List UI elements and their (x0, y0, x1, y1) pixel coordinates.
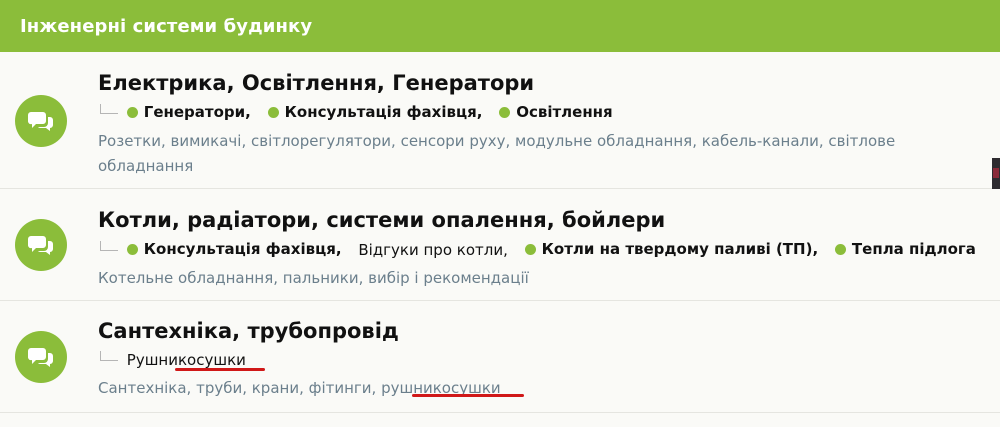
subforum-status-dot (126, 243, 138, 255)
subforum-list: Рушникосушки (98, 350, 980, 370)
annotation-underline (412, 394, 524, 397)
subforum-tree-icon (100, 351, 118, 361)
forum-description: Сантехніка, труби, крани, фітинги, рушни… (98, 379, 501, 397)
forum-description: Котельне обладнання, пальники, вибір і р… (98, 268, 529, 287)
subforum-status-dot (834, 243, 846, 255)
subforum-link[interactable]: Генератори, (126, 102, 251, 122)
forum-title[interactable]: Котли, радіатори, системи опалення, бойл… (98, 207, 980, 233)
category-title[interactable]: Інженерні системи будинку (20, 16, 312, 37)
forum-row-plumbing: Сантехніка, трубопровід Рушникосушки Сан… (0, 301, 1000, 413)
subforum-link[interactable]: Відгуки про котли, (358, 240, 508, 260)
forum-page: Інженерні системи будинку Електрика, Осв… (0, 0, 1000, 427)
subforum-link[interactable]: Консультація фахівця, (267, 102, 482, 122)
subforum-status-dot (126, 106, 138, 118)
forum-main: Сантехніка, трубопровід Рушникосушки Сан… (98, 318, 980, 401)
subforum-link[interactable]: Рушникосушки (127, 350, 246, 370)
forum-main: Котли, радіатори, системи опалення, бойл… (98, 207, 980, 291)
forum-main: Електрика, Освітлення, Генератори Генера… (98, 70, 980, 179)
category-header: Інженерні системи будинку (0, 0, 1000, 52)
annotation-underline (175, 368, 265, 371)
subforum-tree-icon (100, 240, 118, 251)
forum-title[interactable]: Електрика, Освітлення, Генератори (98, 70, 980, 96)
forum-title[interactable]: Сантехніка, трубопровід (98, 318, 980, 344)
subforum-list: Генератори, Консультація фахівця, Освітл… (98, 102, 980, 123)
subforum-tree-icon (100, 103, 118, 114)
subforum-link[interactable]: Котли на твердому паливі (ТП), (524, 239, 818, 259)
chat-bubbles-icon (15, 219, 67, 271)
subforum-link[interactable]: Освітлення (499, 102, 613, 122)
subforum-status-dot (267, 106, 279, 118)
subforum-list: Консультація фахівця, Відгуки про котли,… (98, 239, 980, 260)
forum-row-electrical: Електрика, Освітлення, Генератори Генера… (0, 52, 1000, 214)
chat-bubbles-icon (15, 95, 67, 147)
forum-row-heating: Котли, радіатори, системи опалення, бойл… (0, 189, 1000, 301)
subforum-link[interactable]: Консультація фахівця, (126, 239, 342, 259)
subforum-link[interactable]: Тепла підлога (834, 239, 976, 259)
forum-description: Розетки, вимикачі, світлорегулятори, сен… (98, 131, 896, 175)
subforum-status-dot (499, 106, 511, 118)
subforum-status-dot (524, 243, 536, 255)
chat-bubbles-icon (15, 331, 67, 383)
